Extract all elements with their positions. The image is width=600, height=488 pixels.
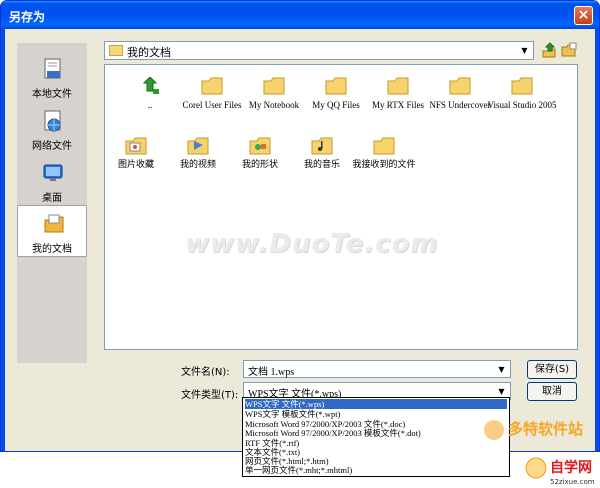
places-bar: 本地文件 网络文件 桌面 我的文档 [17,43,87,363]
place-my-documents[interactable]: 我的文档 [17,205,87,257]
save-as-dialog: 另存为 × 本地文件 网络文件 桌面 我的文档 我的文档 ▼ .. Corel … [0,0,600,452]
file-item[interactable]: 我的形状 [229,129,291,185]
zixue-url-text: 52zixue.com [550,478,595,486]
file-name: My QQ Files [312,100,360,110]
watermark: www.DuoTe.com [185,229,439,259]
save-in-combo[interactable]: 我的文档 ▼ [104,41,534,60]
file-name: .. [147,100,153,110]
site-logos: 多特软件站 自学网 52zixue.com [474,410,600,488]
folder-icon [387,77,409,95]
place-label: 网络文件 [32,141,72,152]
filetype-option[interactable]: WPS文字 文件(*.wps) [245,399,507,409]
shapes-folder-icon [249,137,271,155]
chevron-down-icon[interactable]: ▼ [495,363,508,376]
file-name: My RTX Files [372,100,424,110]
file-name: Visual Studio 2005 [487,100,557,110]
file-item[interactable]: .. [119,69,181,125]
filename-value: 文档 1.wps [248,367,295,378]
file-name: NFS Undercover [429,100,491,110]
filename-field[interactable]: 文档 1.wps ▼ [243,360,511,378]
duote-logo-text: 多特软件站 [508,420,583,438]
folder-icon [109,45,123,56]
save-in-value: 我的文档 [127,46,171,59]
file-item[interactable]: Visual Studio 2005 [488,69,556,125]
file-name: Corel User Files [182,100,242,110]
up-folder-icon [142,77,159,94]
filetype-dropdown-list[interactable]: WPS文字 文件(*.wps) WPS文字 模板文件(*.wpt) Micros… [242,397,510,477]
file-item[interactable]: 我接收到的文件 [352,129,416,185]
folder-icon [449,77,471,95]
folder-icon [201,77,223,95]
window-border-right [595,29,599,451]
close-button[interactable]: × [574,6,593,25]
music-folder-icon [311,137,333,155]
video-folder-icon [187,137,209,155]
file-item[interactable]: 我的音乐 [291,129,353,185]
network-file-icon [44,110,61,132]
file-name: 图片收藏 [117,160,154,170]
filetype-option[interactable]: 单一网页文件(*.mht;*.mhtml) [245,465,507,475]
local-file-icon [44,58,61,79]
filename-label: 文件名(N): [181,367,230,378]
title-bar[interactable]: 另存为 × [1,1,599,29]
place-label: 我的文档 [32,244,72,255]
file-item[interactable]: My QQ Files [305,69,367,125]
place-label: 本地文件 [32,89,72,100]
desktop-icon [43,164,63,181]
save-button[interactable]: 保存(S) [527,360,577,379]
duote-logo: 多特软件站 自学网 52zixue.com [484,420,595,486]
folder-icon [325,77,347,95]
new-folder-icon[interactable] [561,42,577,58]
file-item[interactable]: Corel User Files [181,69,243,125]
chevron-down-icon[interactable]: ▼ [518,44,531,57]
filetype-option[interactable]: WPS文字 模板文件(*.wpt) [245,409,507,419]
zixue-logo-text: 自学网 [550,459,592,476]
place-local-file[interactable]: 本地文件 [17,51,87,103]
filetype-label: 文件类型(T): [181,390,239,401]
file-item[interactable]: My Notebook [243,69,305,125]
dialog-title: 另存为 [9,10,46,24]
window-border-left [1,29,5,451]
file-item[interactable]: NFS Undercover [429,69,491,125]
file-name: 我的音乐 [303,160,340,170]
place-network-file[interactable]: 网络文件 [17,103,87,155]
filetype-option[interactable]: Microsoft Word 97/2000/XP/2003 模板文件(*.do… [245,428,507,438]
file-list[interactable]: .. Corel User Files My Notebook My QQ Fi… [104,64,578,350]
file-name: 我的形状 [241,160,278,170]
file-item[interactable]: My RTX Files [367,69,429,125]
place-label: 桌面 [42,193,62,204]
folder-icon [263,77,285,95]
folder-icon [511,77,533,95]
file-name: 我的视频 [179,160,216,170]
cancel-button[interactable]: 取消 [527,382,577,401]
pictures-folder-icon [125,137,147,155]
place-desktop[interactable]: 桌面 [17,155,87,207]
file-item[interactable]: 图片收藏 [105,129,167,185]
received-folder-icon [373,137,395,155]
file-name: My Notebook [248,100,300,110]
file-name: 我接收到的文件 [352,160,416,170]
my-documents-icon [44,214,64,233]
file-item[interactable]: 我的视频 [167,129,229,185]
up-folder-icon[interactable] [541,42,557,58]
